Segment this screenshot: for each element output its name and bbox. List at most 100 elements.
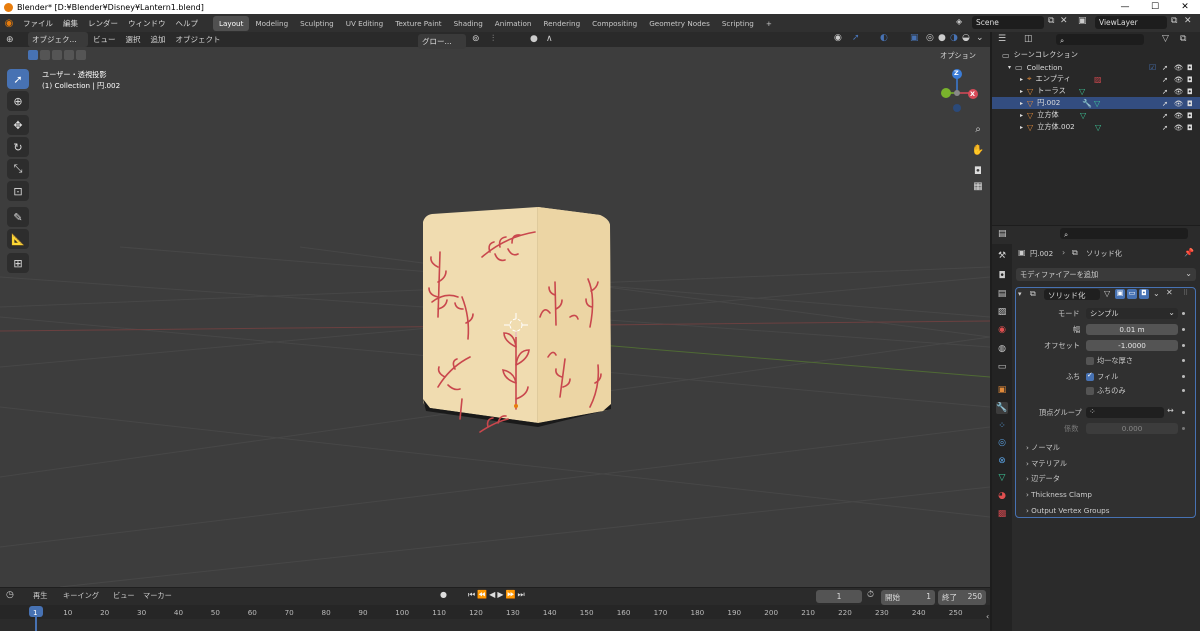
select-subtract-icon[interactable] — [52, 50, 62, 60]
menu-add[interactable]: 追加 — [146, 34, 171, 45]
menu-select[interactable]: 選択 — [121, 34, 146, 45]
menu-playback[interactable]: 再生 — [33, 591, 47, 601]
new-scene-icon[interactable]: ⧉ — [1048, 16, 1054, 26]
menu-timeline-view[interactable]: ビュー — [113, 591, 135, 601]
select-arrow-icon[interactable]: ➚ — [1162, 75, 1168, 84]
outliner-row-collection[interactable]: ▾ ▭ Collection ☑ ➚ 👁 ◘ — [992, 61, 1200, 73]
tab-texture-paint[interactable]: Texture Paint — [389, 16, 447, 31]
collection-tab-icon[interactable]: ▭ — [996, 361, 1008, 373]
select-box-tool[interactable]: ➚ — [7, 69, 29, 89]
factor-field[interactable]: 0.000 — [1086, 423, 1178, 434]
record-icon[interactable]: ● — [440, 590, 447, 599]
select-arrow-icon[interactable]: ➚ — [1162, 123, 1168, 132]
pin-icon[interactable]: 📌 — [1184, 248, 1194, 257]
shading-dropdown-icon[interactable]: ⌄ — [976, 33, 984, 43]
animate-property-icon[interactable] — [1182, 411, 1185, 414]
vertex-group-field[interactable]: ⁘ — [1086, 407, 1164, 418]
pivot-icon[interactable]: ⊚ — [472, 34, 480, 44]
tab-layout[interactable]: Layout — [213, 15, 250, 31]
viewport-toggle-icon[interactable]: ▭ — [1127, 289, 1137, 299]
invert-arrows-icon[interactable]: ↔ — [1167, 406, 1174, 415]
menu-view[interactable]: ビュー — [88, 34, 121, 45]
gizmo-toggle-icon[interactable]: ➚ — [852, 33, 860, 43]
edit-mode-cage-icon[interactable]: ▽ — [1104, 289, 1114, 299]
select-invert-icon[interactable] — [64, 50, 74, 60]
outliner-editor-icon[interactable]: ☰ — [998, 34, 1006, 44]
new-collection-icon[interactable]: ⧉ — [1180, 34, 1186, 44]
menu-help[interactable]: ヘルプ — [171, 18, 204, 29]
texture-tab-icon[interactable]: ▩ — [996, 508, 1008, 520]
tab-compositing[interactable]: Compositing — [586, 16, 643, 31]
render-tab-icon[interactable]: ◘ — [996, 270, 1008, 282]
maximize-button[interactable]: ☐ — [1140, 0, 1170, 14]
render-toggle-icon[interactable]: ◘ — [1139, 289, 1149, 299]
camera-render-icon[interactable]: ◘ — [1187, 63, 1193, 72]
select-extend-icon[interactable] — [40, 50, 50, 60]
outliner-row-scene-collection[interactable]: ▭ シーンコレクション — [992, 49, 1200, 61]
menu-marker[interactable]: マーカー — [143, 591, 172, 601]
output-tab-icon[interactable]: ▤ — [996, 288, 1008, 300]
annotate-tool[interactable]: ✎ — [7, 207, 29, 227]
outliner-row-item[interactable]: ▸ ⌖ エンプティ ▨ ➚ 👁 ◘ — [992, 73, 1200, 85]
material-tab-icon[interactable]: ◕ — [996, 490, 1008, 502]
fill-checkbox[interactable]: ✓ フィル — [1086, 371, 1118, 382]
camera-render-icon[interactable]: ◘ — [1187, 123, 1193, 132]
camera-render-icon[interactable]: ◘ — [1187, 111, 1193, 120]
select-arrow-icon[interactable]: ➚ — [1162, 63, 1168, 72]
select-intersect-icon[interactable] — [76, 50, 86, 60]
outliner-row-item[interactable]: ▸ ▽ 立方体.002 ▽ ➚ 👁 ◘ — [992, 121, 1200, 133]
even-thickness-checkbox[interactable]: 均一な厚さ — [1086, 356, 1133, 366]
eye-icon[interactable]: 👁 — [1174, 99, 1183, 108]
select-arrow-icon[interactable]: ➚ — [1162, 99, 1168, 108]
tab-scripting[interactable]: Scripting — [716, 16, 760, 31]
tab-animation[interactable]: Animation — [489, 16, 538, 31]
jump-end-icon[interactable]: ⏭ — [517, 590, 526, 599]
subpanel-output-vertex-groups[interactable]: › Output Vertex Groups — [1026, 506, 1109, 515]
rim-only-checkbox[interactable]: ふちのみ — [1086, 386, 1126, 396]
close-icon[interactable]: ✕ — [1166, 288, 1173, 297]
expand-arrow-icon[interactable]: ▸ — [1020, 124, 1023, 131]
width-field[interactable]: 0.01 m — [1086, 324, 1178, 335]
chevron-down-icon[interactable]: ⌄ — [1153, 289, 1160, 298]
modifier-tab-icon[interactable]: 🔧 — [996, 402, 1008, 414]
prev-key-icon[interactable]: ⏪ — [477, 590, 489, 599]
eye-icon[interactable]: 👁 — [1174, 123, 1183, 132]
add-modifier-button[interactable]: モディファイアーを追加 ⌄ — [1016, 268, 1196, 281]
current-frame-field[interactable]: 1 — [816, 590, 862, 603]
timeline-collapse-icon[interactable]: ‹ — [986, 612, 989, 621]
particles-tab-icon[interactable]: ⁘ — [996, 420, 1008, 432]
eye-icon[interactable]: 👁 — [1174, 87, 1183, 96]
move-tool[interactable]: ✥ — [7, 115, 29, 135]
tab-geometry-nodes[interactable]: Geometry Nodes — [643, 16, 716, 31]
expand-arrow-icon[interactable]: ▾ — [1008, 64, 1011, 71]
snap-icon[interactable]: ⫶ — [492, 34, 494, 44]
subpanel-edge-data[interactable]: › 辺データ — [1026, 474, 1060, 484]
outliner-search[interactable]: ⌕ — [1056, 34, 1144, 45]
constraints-tab-icon[interactable]: ⊗ — [996, 455, 1008, 467]
view-layer-tab-icon[interactable]: ▨ — [996, 306, 1008, 318]
subpanel-thickness-clamp[interactable]: › Thickness Clamp — [1026, 490, 1092, 499]
rotate-tool[interactable]: ↻ — [7, 137, 29, 157]
tool-tab-icon[interactable]: ⚒ — [996, 250, 1008, 262]
editmode-toggle-icon[interactable]: ▣ — [1115, 289, 1125, 299]
outliner-row-item[interactable]: ▸ ▽ 立方体 ▽ ➚ 👁 ◘ — [992, 109, 1200, 121]
world-tab-icon[interactable]: ◍ — [996, 343, 1008, 355]
viewlayer-field[interactable]: ViewLayer — [1095, 16, 1167, 29]
solid-shading-icon[interactable]: ● — [938, 33, 946, 43]
animate-property-icon[interactable] — [1182, 359, 1185, 362]
delete-viewlayer-icon[interactable]: ✕ — [1184, 16, 1192, 26]
animate-property-icon[interactable] — [1182, 328, 1185, 331]
subpanel-normals[interactable]: › ノーマル — [1026, 443, 1060, 453]
3d-viewport[interactable]: Z X Y ユーザー・透視投影 (1) Collection | 円.002 ➚… — [0, 47, 990, 587]
camera-render-icon[interactable]: ◘ — [1187, 99, 1193, 108]
editor-type-icon[interactable]: ⊕ — [6, 35, 22, 45]
tab-modeling[interactable]: Modeling — [249, 16, 294, 31]
cursor-tool[interactable]: ⊕ — [7, 91, 29, 111]
zoom-button[interactable]: ⌕ — [969, 120, 987, 138]
next-key-icon[interactable]: ⏩ — [505, 590, 517, 599]
add-cube-tool[interactable]: ⊞ — [7, 253, 29, 273]
blender-menu-icon[interactable]: ◉ — [0, 18, 18, 29]
wireframe-shading-icon[interactable]: ◎ — [926, 33, 934, 43]
properties-search[interactable]: ⌕ — [1060, 228, 1188, 239]
expand-arrow-icon[interactable]: ▸ — [1020, 100, 1023, 107]
